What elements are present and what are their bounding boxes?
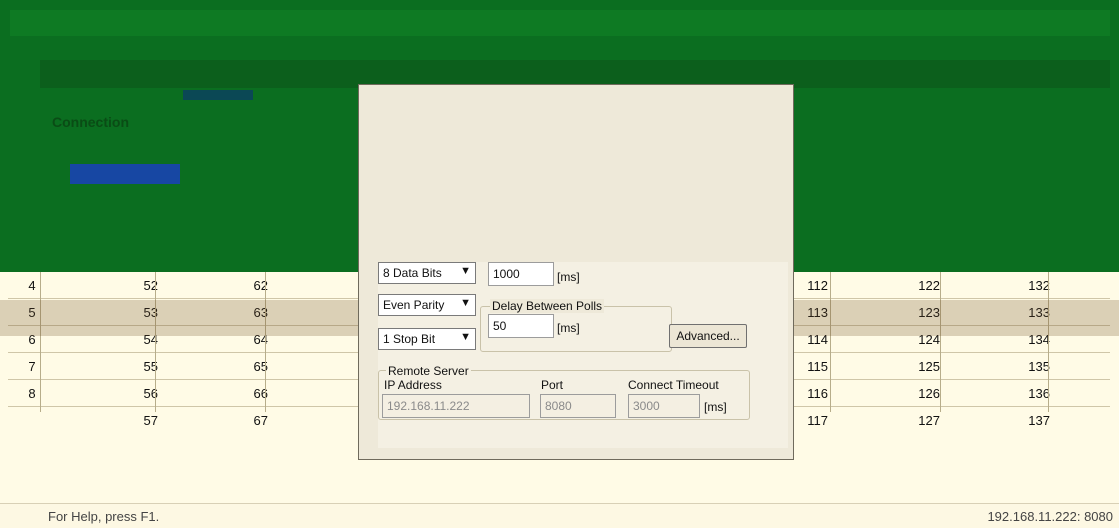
cell[interactable]: 55 — [54, 359, 158, 374]
grid-divider — [265, 272, 266, 412]
delay-value: 50 — [493, 319, 507, 333]
cell[interactable]: 52 — [54, 278, 158, 293]
ip-address-field[interactable]: 192.168.11.222 — [382, 394, 530, 418]
port-value: 8080 — [545, 399, 572, 413]
grid-divider — [830, 272, 831, 412]
parity-value: Even Parity — [383, 298, 445, 312]
remote-server-label: Remote Server — [386, 364, 471, 378]
ip-address-label: IP Address — [384, 378, 442, 392]
ms-unit-label: [ms] — [557, 321, 580, 335]
advanced-button[interactable]: Advanced... — [669, 324, 747, 348]
cell[interactable]: 132 — [960, 278, 1050, 293]
cell[interactable]: 137 — [960, 413, 1050, 428]
selected-item-highlight[interactable] — [70, 164, 180, 184]
grid-divider — [1048, 272, 1049, 412]
chevron-down-icon: ▼ — [460, 297, 471, 309]
stop-bits-value: 1 Stop Bit — [383, 332, 436, 346]
ms-unit-label: [ms] — [557, 270, 580, 284]
help-hint: For Help, press F1. — [48, 509, 160, 524]
chevron-down-icon: ▼ — [460, 265, 471, 277]
response-timeout-value: 1000 — [493, 267, 520, 281]
cell[interactable]: 56 — [54, 386, 158, 401]
delay-field[interactable]: 50 — [488, 314, 554, 338]
ip-address-value: 192.168.11.222 — [387, 399, 470, 413]
connect-timeout-field[interactable]: 3000 — [628, 394, 700, 418]
cell[interactable]: 125 — [850, 359, 940, 374]
data-bits-value: 8 Data Bits — [383, 266, 442, 280]
grid-divider — [940, 272, 941, 412]
cell[interactable]: 66 — [168, 386, 268, 401]
cell[interactable]: 57 — [54, 413, 158, 428]
delay-between-polls-label: Delay Between Polls — [490, 299, 605, 313]
cell[interactable]: 65 — [168, 359, 268, 374]
toolbar-icons[interactable] — [183, 90, 253, 100]
port-field[interactable]: 8080 — [540, 394, 616, 418]
ms-unit-label: [ms] — [704, 400, 727, 414]
cell[interactable]: 135 — [960, 359, 1050, 374]
cell[interactable]: 127 — [850, 413, 940, 428]
grid-divider — [155, 272, 156, 412]
port-label: Port — [541, 378, 564, 392]
data-bits-select[interactable]: 8 Data Bits ▼ — [378, 262, 476, 284]
cell[interactable]: 67 — [168, 413, 268, 428]
parity-select[interactable]: Even Parity ▼ — [378, 294, 476, 316]
title-bar — [10, 10, 1110, 36]
cell[interactable]: 126 — [850, 386, 940, 401]
connect-timeout-value: 3000 — [633, 399, 660, 413]
connection-panel-title: Connection — [52, 114, 129, 130]
response-timeout-field[interactable]: 1000 — [488, 262, 554, 286]
grid-divider — [40, 272, 41, 412]
status-bar: For Help, press F1. 192.168.11.222: 8080 — [0, 503, 1119, 528]
dialog-body — [378, 262, 788, 448]
stop-bits-select[interactable]: 1 Stop Bit ▼ — [378, 328, 476, 350]
connect-timeout-label: Connect Timeout — [628, 378, 719, 392]
connection-status: 192.168.11.222: 8080 — [987, 509, 1113, 524]
cell[interactable]: 122 — [850, 278, 940, 293]
cell[interactable]: 136 — [960, 386, 1050, 401]
cell[interactable]: 62 — [168, 278, 268, 293]
chevron-down-icon: ▼ — [460, 331, 471, 343]
